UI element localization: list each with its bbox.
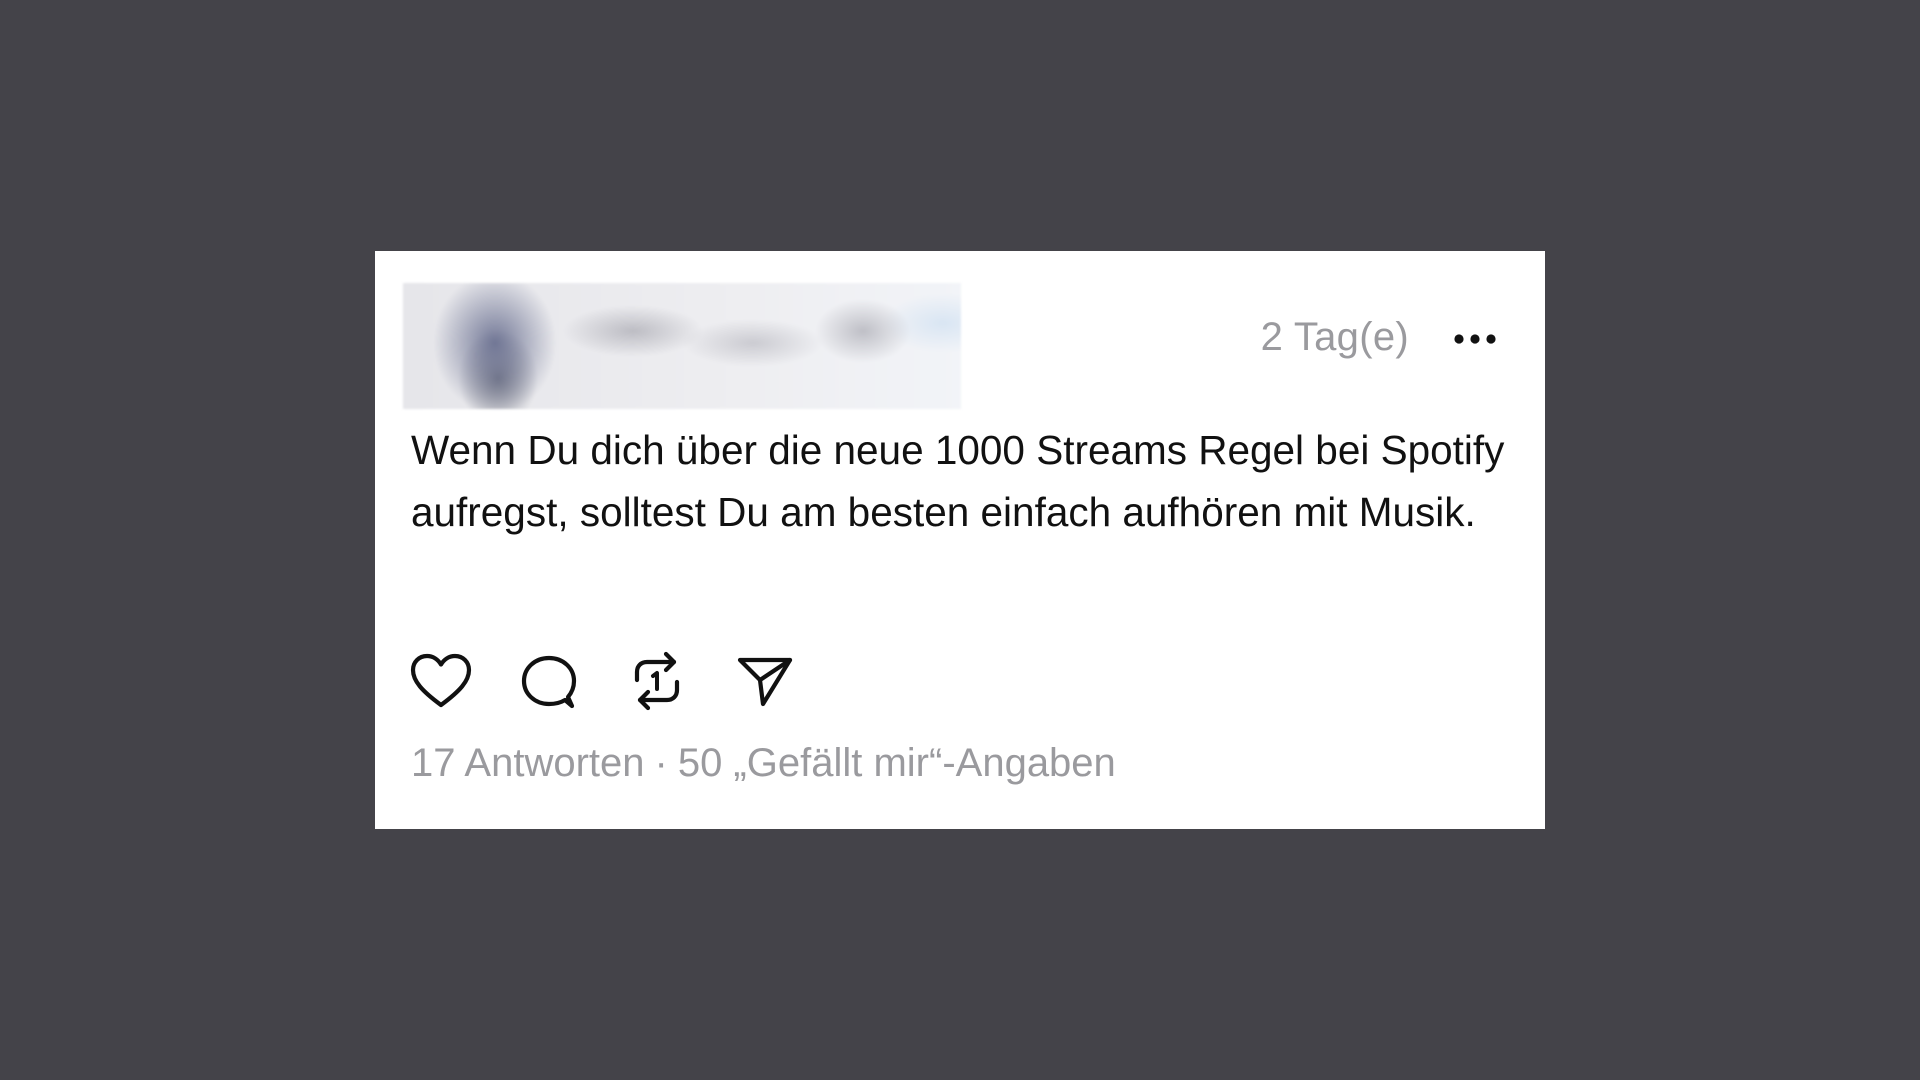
comment-bubble-icon (521, 655, 577, 709)
repost-button[interactable] (625, 649, 689, 713)
heart-icon (410, 653, 472, 708)
post-card: 2 Tag(e) Wenn Du dich über die neue 1000… (375, 251, 1545, 829)
paper-plane-icon (737, 657, 793, 707)
replies-count-link[interactable]: 17 Antworten (411, 741, 645, 785)
like-button[interactable] (409, 649, 473, 713)
post-actions-bar (409, 646, 841, 716)
reply-button[interactable] (517, 649, 581, 713)
likes-count-link[interactable]: 50 „Gefällt mir“-Angaben (678, 741, 1116, 785)
post-timestamp: 2 Tag(e) (1260, 315, 1409, 359)
repost-icon (634, 651, 680, 711)
ellipsis-icon (1454, 334, 1496, 344)
post-stats: 17 Antworten · 50 „Gefällt mir“-Angaben (411, 741, 1116, 786)
stats-separator: · (654, 741, 668, 785)
post-body-text: Wenn Du dich über die neue 1000 Streams … (411, 427, 1505, 535)
share-button[interactable] (733, 649, 797, 713)
more-options-button[interactable] (1449, 317, 1501, 361)
blurred-author-header (403, 283, 961, 409)
